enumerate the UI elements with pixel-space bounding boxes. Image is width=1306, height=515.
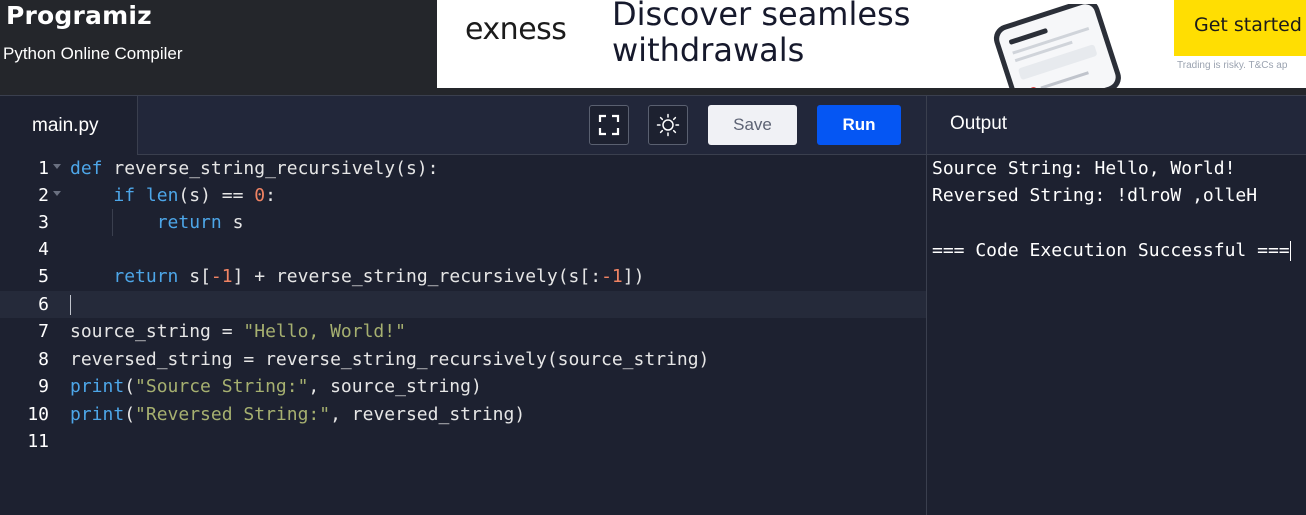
code-text: if len(s) == 0: — [113, 185, 276, 206]
ad-banner[interactable]: exness Discover seamless withdrawals Get… — [437, 0, 1306, 88]
code-line[interactable]: 1 def reverse_string_recursively(s): — [0, 155, 926, 182]
code-text: reversed_string = reverse_string_recursi… — [70, 349, 710, 370]
code-line[interactable]: 11 — [0, 428, 926, 455]
line-number: 2 — [38, 185, 49, 206]
code-line[interactable]: 5 return s[-1] + reverse_string_recursiv… — [0, 263, 926, 290]
output-line-last: === Code Execution Successful === — [932, 237, 1291, 264]
line-number: 9 — [38, 376, 49, 397]
ad-brand-logo: exness — [465, 12, 567, 47]
code-text: print("Reversed String:", reversed_strin… — [70, 404, 526, 425]
theme-toggle-button[interactable] — [648, 105, 688, 145]
code-line[interactable]: 3 return s — [0, 209, 926, 236]
ad-headline: Discover seamless withdrawals — [612, 0, 911, 69]
output-line: Reversed String: !dlroW ,olleH — [932, 185, 1258, 206]
save-button[interactable]: Save — [708, 105, 797, 145]
text-cursor — [70, 295, 71, 315]
output-cursor — [1289, 241, 1291, 261]
output-line: Source String: Hello, World! — [932, 158, 1236, 179]
output-console[interactable]: Source String: Hello, World! Reversed St… — [927, 155, 1306, 515]
code-text: def reverse_string_recursively(s): — [70, 158, 439, 179]
line-number: 10 — [27, 404, 49, 425]
line-number: 4 — [38, 239, 49, 260]
code-line[interactable]: 4 — [0, 236, 926, 263]
line-number: 5 — [38, 266, 49, 287]
code-line[interactable]: 8 reversed_string = reverse_string_recur… — [0, 346, 926, 373]
tab-main-py[interactable]: main.py — [0, 96, 138, 155]
code-text: print("Source String:", source_string) — [70, 376, 482, 397]
code-line[interactable]: 2 if len(s) == 0: — [0, 182, 926, 209]
line-number: 3 — [38, 212, 49, 233]
code-line[interactable]: 7 source_string = "Hello, World!" — [0, 318, 926, 345]
line-number: 1 — [38, 158, 49, 179]
fold-arrow-icon[interactable] — [53, 191, 61, 196]
code-text: source_string = "Hello, World!" — [70, 321, 406, 342]
ad-get-started-button[interactable]: Get started — [1174, 0, 1306, 56]
code-line-active[interactable]: 6 — [0, 291, 926, 318]
phone-image — [993, 4, 1121, 88]
code-text: return s — [156, 212, 244, 233]
programiz-logo[interactable]: Programiz — [6, 1, 152, 30]
output-header: Output — [927, 95, 1306, 155]
fold-arrow-icon[interactable] — [53, 164, 61, 169]
page-subtitle: Python Online Compiler — [3, 44, 183, 63]
line-number: 8 — [38, 349, 49, 370]
code-editor[interactable]: 1 def reverse_string_recursively(s): 2 i… — [0, 155, 926, 515]
fullscreen-icon — [598, 114, 620, 136]
code-text: return s[-1] + reverse_string_recursivel… — [113, 266, 645, 287]
code-line[interactable]: 10 print("Reversed String:", reversed_st… — [0, 401, 926, 428]
editor-toolbar: main.py Save Run — [0, 95, 926, 155]
fullscreen-button[interactable] — [589, 105, 629, 145]
ad-disclaimer: Trading is risky. T&Cs ap — [1177, 60, 1288, 71]
line-number: 7 — [38, 321, 49, 342]
run-button[interactable]: Run — [817, 105, 901, 145]
code-line[interactable]: 9 print("Source String:", source_string) — [0, 373, 926, 400]
line-number: 6 — [38, 294, 49, 315]
line-number: 11 — [27, 431, 49, 452]
output-line: === Code Execution Successful === — [932, 240, 1290, 261]
header-gap — [0, 88, 1306, 95]
sun-icon — [656, 113, 680, 137]
